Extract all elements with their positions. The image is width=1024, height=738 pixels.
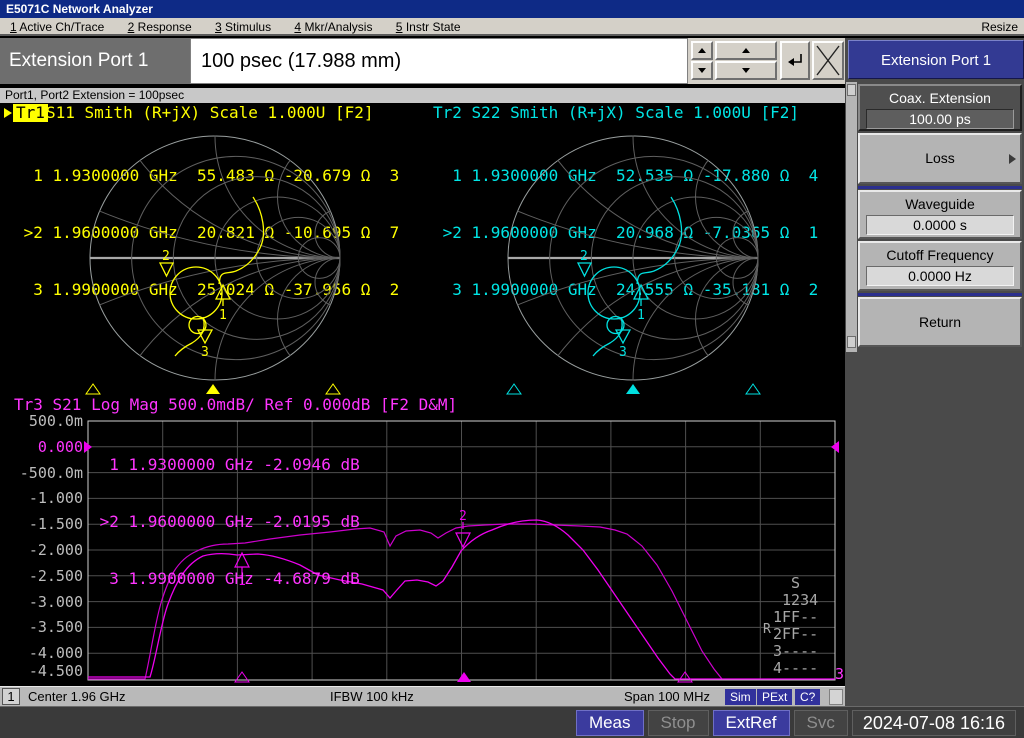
span-value: Span 100 MHz: [624, 689, 710, 704]
softkey-sidebar: Extension Port 1 Coax. Extension 100.00 …: [845, 38, 1024, 706]
cal-status-r-label: R: [763, 622, 771, 637]
marker2-label: 2: [580, 249, 588, 264]
softkey-value: 0.0000 s: [866, 215, 1014, 235]
entry-bar: Extension Port 1 100 psec (17.988 mm): [0, 38, 845, 84]
softkey-label: Coax. Extension: [860, 90, 1020, 106]
submenu-arrow-icon: [1009, 154, 1016, 164]
channel-status-bar: 1 Center 1.96 GHz IFBW 100 kHz Span 100 …: [0, 686, 845, 706]
marker-row: 3 1.9900000 GHz -4.6879 dB: [90, 569, 360, 588]
menu-stimulus[interactable]: 3 Stimulus: [205, 18, 281, 36]
y-axis-label: -3.500: [5, 619, 83, 635]
menu-active-ch-trace[interactable]: 1 Active Ch/Trace: [0, 18, 114, 36]
softkey-menu-title: Extension Port 1: [848, 40, 1024, 79]
trace2-stimulus-markers: [507, 384, 760, 394]
softkey-waveguide[interactable]: Waveguide 0.0000 s: [858, 190, 1022, 239]
softkey-label: Loss: [860, 150, 1020, 166]
softkey-cutoff-frequency[interactable]: Cutoff Frequency 0.0000 Hz: [858, 241, 1022, 291]
marker-row: 1 1.9300000 GHz -2.0946 dB: [90, 455, 360, 474]
channel-number: 1: [2, 688, 20, 705]
y-axis-label: -4.000: [5, 645, 83, 661]
up-arrow-icon: [742, 48, 750, 53]
spin-down-small-button[interactable]: [691, 61, 713, 80]
softkey-separator: [858, 186, 1022, 189]
softkey-return[interactable]: Return: [858, 297, 1022, 347]
center-frequency: Center 1.96 GHz: [28, 689, 126, 704]
lcd-display: Port1, Port2 Extension = 100psec Tr1 S11…: [0, 88, 845, 686]
softkey-coax-extension[interactable]: Coax. Extension 100.00 ps: [858, 84, 1022, 131]
correction-badge: C?: [795, 689, 820, 705]
sim-badge: Sim: [725, 689, 756, 705]
meas-status: Meas: [576, 710, 644, 736]
cal-status-legend: S 1234 1FF-- 2FF-- 3---- 4----: [773, 575, 818, 677]
y-axis-label: -3.000: [5, 594, 83, 610]
entry-field-label: Extension Port 1: [0, 38, 190, 84]
close-icon: [815, 44, 841, 77]
softkey-label: Return: [860, 314, 1020, 330]
spin-down-large-button[interactable]: [715, 61, 777, 80]
svc-status: Svc: [794, 710, 848, 736]
marker3-label: 3: [619, 345, 627, 360]
down-arrow-icon: [698, 68, 706, 73]
y-axis-label: -1.500: [5, 516, 83, 532]
softkey-value: 100.00 ps: [866, 109, 1014, 129]
marker1-label: 1: [637, 308, 645, 323]
trace2-smith-curve: [578, 197, 682, 356]
marker3-label: 3: [201, 345, 209, 360]
ifbw-value: IFBW 100 kHz: [330, 689, 414, 704]
menu-bar: 1 Active Ch/Trace 2 Response 3 Stimulus …: [0, 18, 1024, 36]
trace1-stimulus-markers: [86, 384, 340, 394]
softkey-scrollbar[interactable]: [846, 82, 857, 352]
menu-response[interactable]: 2 Response: [118, 18, 202, 36]
softkey-loss[interactable]: Loss: [858, 133, 1022, 184]
extension-value-input[interactable]: 100 psec (17.988 mm): [190, 38, 688, 84]
trace3-number: 3: [835, 665, 844, 683]
pext-badge: PExt: [757, 689, 792, 705]
menu-resize[interactable]: Resize: [981, 20, 1018, 34]
menu-mkr-analysis[interactable]: 4 Mkr/Analysis: [284, 18, 382, 36]
menu-instr-state[interactable]: 5 Instr State: [386, 18, 471, 36]
instrument-status-bar: Meas Stop ExtRef Svc 2024-07-08 16:16: [0, 706, 1024, 738]
scroll-down-handle[interactable]: [847, 336, 856, 348]
marker1-label: 1: [219, 308, 227, 323]
softkey-label: Cutoff Frequency: [860, 247, 1020, 263]
y-axis-label: -2.000: [5, 542, 83, 558]
up-arrow-icon: [698, 48, 706, 53]
softkey-separator: [858, 293, 1022, 296]
datetime-display: 2024-07-08 16:16: [852, 710, 1016, 736]
enter-icon: [784, 50, 806, 72]
stop-status: Stop: [648, 710, 709, 736]
y-axis-label: -4.500: [5, 663, 83, 679]
softkey-label: Waveguide: [860, 196, 1020, 212]
status-empty-box: [829, 689, 843, 705]
y-axis-label: -2.500: [5, 568, 83, 584]
trace3-marker-table: 1 1.9300000 GHz -2.0946 dB >2 1.9600000 …: [90, 417, 360, 626]
marker2-label: 2: [459, 509, 467, 524]
window-title: E5071C Network Analyzer: [0, 0, 1024, 18]
marker2-label: 2: [162, 249, 170, 264]
entry-enter-button[interactable]: [780, 41, 810, 80]
down-arrow-icon: [742, 68, 750, 73]
y-axis-label: -1.000: [5, 490, 83, 506]
spin-up-large-button[interactable]: [715, 41, 777, 60]
softkey-value: 0.0000 Hz: [866, 266, 1014, 286]
y-axis-label: 500.0m: [5, 413, 83, 429]
scroll-up-handle[interactable]: [847, 84, 856, 96]
marker-row: >2 1.9600000 GHz -2.0195 dB: [90, 512, 360, 531]
spin-up-small-button[interactable]: [691, 41, 713, 60]
extref-status: ExtRef: [713, 710, 790, 736]
y-axis-label: -500.0m: [5, 465, 83, 481]
entry-close-button[interactable]: [812, 41, 844, 80]
y-axis-ref-label: 0.000: [5, 439, 83, 455]
trace1-smith-curve: [160, 197, 264, 356]
